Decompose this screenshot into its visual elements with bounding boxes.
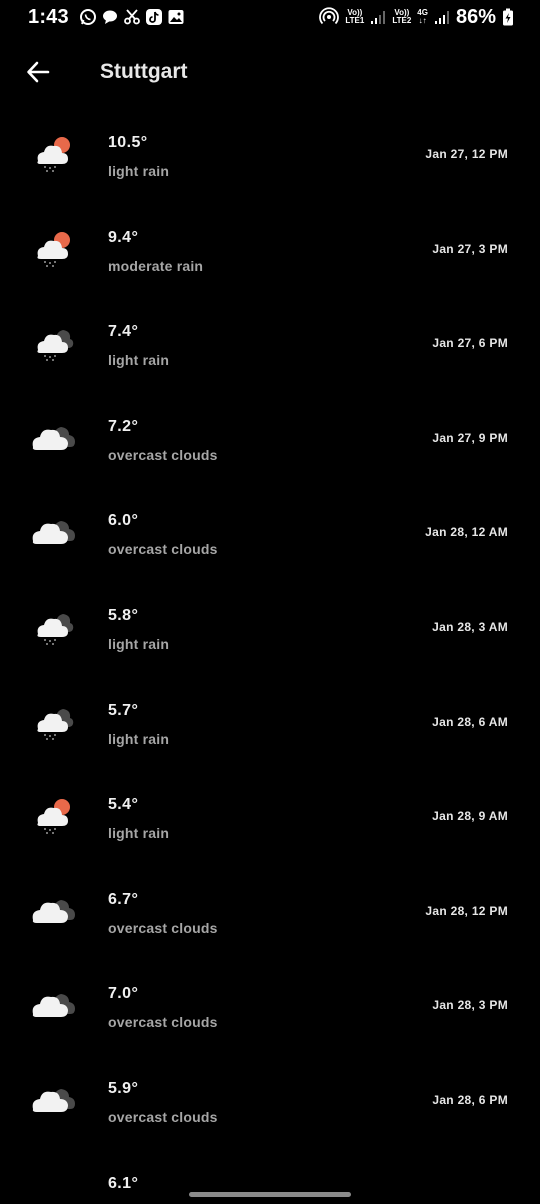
sim1-lte: LTE1 [345, 16, 365, 25]
network-type: 4G ↓↑ [417, 9, 428, 25]
overcast-clouds-icon [32, 899, 75, 923]
forecast-time: Jan 28, 9 AM [432, 809, 508, 824]
scissors-icon [123, 9, 140, 25]
sim2-label: Vo)) LTE2 [392, 9, 411, 25]
status-bar: 1:43 Vo)) LTE1 Vo)) LTE2 4G ↓↑ 86% [0, 0, 540, 34]
overcast-clouds-icon [32, 1088, 75, 1112]
weather-description: overcast clouds [108, 1014, 218, 1031]
weather-description: overcast clouds [108, 446, 218, 463]
cloud-rain-icon [37, 613, 74, 645]
overcast-clouds-icon [32, 426, 75, 450]
app-header: Stuttgart [0, 44, 540, 100]
signal-strength-1-icon [371, 11, 386, 24]
weather-description: overcast clouds [108, 919, 218, 936]
forecast-row[interactable]: 5.7° light rain Jan 28, 6 AM [0, 675, 540, 770]
weather-description: overcast clouds [108, 1108, 218, 1125]
tiktok-icon [145, 9, 162, 25]
temperature: 5.8° [108, 606, 139, 624]
forecast-time: Jan 28, 6 AM [432, 714, 508, 729]
sim2-lte: LTE2 [392, 16, 412, 25]
forecast-row[interactable]: 9.4° moderate rain Jan 27, 3 PM [0, 202, 540, 297]
battery-charging-icon [503, 8, 513, 26]
forecast-list[interactable]: 10.5° light rain Jan 27, 12 PM 9.4° mode… [0, 107, 540, 1188]
forecast-row[interactable]: 7.4° light rain Jan 27, 6 PM [0, 296, 540, 391]
overcast-clouds-icon [28, 1176, 80, 1188]
weather-description: light rain [108, 730, 170, 747]
overcast-clouds-icon [32, 521, 75, 545]
forecast-time: Jan 28, 12 PM [425, 903, 508, 918]
overcast-clouds-icon [32, 994, 75, 1018]
forecast-time: Jan 27, 12 PM [425, 147, 508, 161]
temperature: 6.1° [108, 1174, 139, 1188]
forecast-row-partial[interactable]: 6.1° [0, 1148, 540, 1188]
temperature: 5.7° [108, 701, 139, 719]
temperature: 7.0° [108, 985, 139, 1003]
chat-bubble-icon [102, 10, 117, 24]
weather-description: light rain [108, 163, 170, 179]
back-button[interactable] [18, 52, 58, 92]
forecast-time: Jan 28, 12 AM [425, 525, 508, 540]
forecast-row[interactable]: 10.5° light rain Jan 27, 12 PM [0, 107, 540, 202]
temperature: 6.7° [108, 890, 139, 908]
temperature: 7.4° [108, 323, 139, 341]
image-icon [168, 10, 184, 24]
hotspot-icon [319, 7, 340, 25]
temperature: 9.4° [108, 228, 139, 246]
forecast-time: Jan 27, 3 PM [432, 241, 508, 256]
forecast-row[interactable]: 5.4° light rain Jan 28, 9 AM [0, 769, 540, 864]
cloud-rain-icon [37, 330, 74, 362]
sun-cloud-rain-icon [37, 231, 70, 267]
status-time: 1:43 [28, 5, 69, 28]
whatsapp-icon [79, 9, 96, 25]
sun-cloud-rain-icon [37, 137, 70, 172]
weather-description: light rain [108, 635, 170, 652]
forecast-row[interactable]: 6.7° overcast clouds Jan 28, 12 PM [0, 864, 540, 959]
temperature: 5.4° [108, 796, 139, 814]
sun-cloud-rain-icon [37, 799, 70, 835]
home-indicator[interactable] [189, 1192, 351, 1197]
forecast-time: Jan 28, 6 PM [432, 1092, 508, 1107]
page-title: Stuttgart [100, 60, 188, 83]
temperature: 6.0° [108, 512, 139, 530]
signal-strength-2-icon [434, 11, 449, 24]
temperature: 7.2° [108, 417, 139, 435]
weather-description: light rain [108, 825, 170, 842]
weather-description: overcast clouds [108, 541, 218, 558]
cloud-rain-icon [37, 708, 74, 740]
forecast-time: Jan 27, 6 PM [432, 336, 508, 351]
weather-description: light rain [108, 352, 170, 369]
forecast-row[interactable]: 5.8° light rain Jan 28, 3 AM [0, 580, 540, 675]
forecast-row[interactable]: 7.2° overcast clouds Jan 27, 9 PM [0, 391, 540, 486]
temperature: 5.9° [108, 1079, 139, 1097]
arrow-left-icon [27, 61, 50, 83]
temperature: 10.5° [108, 134, 148, 151]
data-arrows-icon: ↓↑ [418, 16, 427, 25]
forecast-row[interactable]: 5.9° overcast clouds Jan 28, 6 PM [0, 1053, 540, 1148]
forecast-row[interactable]: 7.0° overcast clouds Jan 28, 3 PM [0, 958, 540, 1053]
status-right: Vo)) LTE1 Vo)) LTE2 4G ↓↑ 86% [319, 6, 514, 29]
weather-description: moderate rain [108, 257, 204, 274]
forecast-row[interactable]: 6.0° overcast clouds Jan 28, 12 AM [0, 485, 540, 580]
notification-icons [79, 8, 185, 26]
status-left: 1:43 [28, 6, 185, 29]
battery-percent: 86% [455, 5, 496, 28]
forecast-time: Jan 28, 3 AM [432, 619, 508, 634]
sim1-label: Vo)) LTE1 [345, 9, 364, 25]
forecast-time: Jan 28, 3 PM [432, 998, 508, 1013]
forecast-time: Jan 27, 9 PM [432, 430, 508, 445]
